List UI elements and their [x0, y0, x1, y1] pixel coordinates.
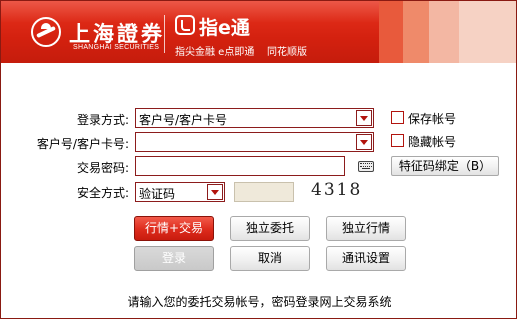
verification-code-input[interactable]	[234, 182, 294, 202]
comm-settings-button[interactable]: 通讯设置	[326, 246, 406, 271]
banner: 上海證券 SHANGHAI SECURITIES 指e通 指尖金融 e点即通 同…	[1, 1, 516, 63]
banner-stripe	[459, 1, 516, 63]
login-window: 上海證券 SHANGHAI SECURITIES 指e通 指尖金融 e点即通 同…	[0, 0, 517, 319]
dropdown-arrow-icon[interactable]	[356, 134, 372, 150]
security-method-label: 安全方式:	[76, 186, 129, 200]
login-method-value: 客户号/客户卡号	[139, 113, 228, 127]
login-method-select[interactable]: 客户号/客户卡号	[135, 108, 374, 128]
captcha-image[interactable]: 4318	[311, 180, 360, 202]
footer-note: 请输入您的委托交易帐号，密码登录网上交易系统	[127, 295, 392, 309]
account-label: 客户号/客户卡号:	[36, 137, 129, 151]
password-input[interactable]	[135, 156, 345, 176]
banner-stripe	[429, 1, 459, 63]
hide-account-label: 隐藏帐号	[408, 135, 457, 149]
save-account-label: 保存帐号	[408, 112, 457, 126]
banner-stripe	[403, 1, 429, 63]
standalone-market-button[interactable]: 独立行情	[326, 216, 406, 241]
password-label: 交易密码:	[76, 161, 129, 175]
save-account-checkbox[interactable]	[391, 111, 404, 124]
bind-feature-code-button[interactable]: 特征码绑定（B）	[391, 156, 499, 176]
banner-stripe	[379, 1, 403, 63]
hide-account-checkbox[interactable]	[391, 134, 404, 147]
security-method-value: 验证码	[139, 187, 176, 201]
standalone-order-button[interactable]: 独立委托	[230, 216, 310, 241]
app-icon	[175, 15, 195, 35]
cancel-button[interactable]: 取消	[230, 246, 310, 271]
security-method-select[interactable]: 验证码	[135, 182, 225, 202]
login-method-label: 登录方式:	[76, 113, 129, 127]
keyboard-icon[interactable]	[358, 161, 374, 172]
banner-divider	[164, 15, 165, 53]
app-slogan: 指尖金融 e点即通	[175, 47, 255, 58]
account-combobox[interactable]	[135, 132, 374, 152]
partner-edition: 同花顺版	[267, 47, 307, 58]
dropdown-arrow-icon[interactable]	[356, 110, 372, 126]
app-name: 指e通	[199, 17, 250, 39]
logo-icon	[31, 17, 61, 47]
dropdown-arrow-icon[interactable]	[207, 184, 223, 200]
login-button[interactable]: 登录	[134, 246, 214, 271]
market-trade-button[interactable]: 行情+交易	[134, 216, 214, 241]
brand-name-english: SHANGHAI SECURITIES	[73, 44, 160, 51]
